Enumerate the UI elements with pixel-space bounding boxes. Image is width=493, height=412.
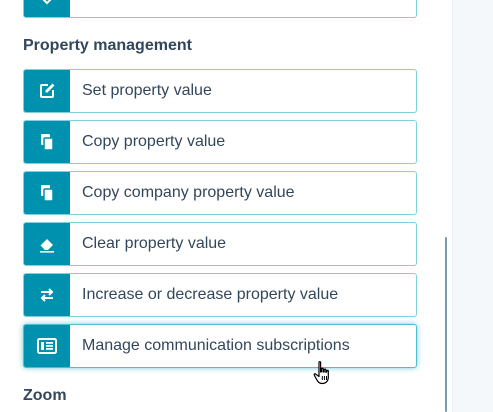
action-copy-property-value[interactable]: Copy property value bbox=[23, 120, 417, 164]
action-clear-property-value[interactable]: Clear property value bbox=[23, 222, 417, 266]
action-label: Copy company property value bbox=[82, 184, 295, 201]
action-increase-decrease-property-value[interactable]: Increase or decrease property value bbox=[23, 273, 417, 317]
action-label: Set property value bbox=[82, 82, 212, 99]
section-title-property-management: Property management bbox=[23, 37, 192, 54]
swap-arrows-icon bbox=[24, 274, 70, 316]
section-title-zoom: Zoom bbox=[23, 387, 67, 404]
action-label: Manage communication subscriptions bbox=[82, 337, 350, 354]
subscriptions-icon bbox=[24, 325, 70, 367]
copy-icon bbox=[24, 121, 70, 163]
action-label: Copy property value bbox=[82, 133, 226, 150]
edit-icon bbox=[24, 70, 70, 112]
ads-icon bbox=[24, 0, 70, 17]
action-set-property-value[interactable]: Set property value bbox=[23, 69, 417, 113]
action-manage-communication-subscriptions[interactable]: Manage communication subscriptions bbox=[23, 324, 417, 368]
action-copy-company-property-value[interactable]: Copy company property value bbox=[23, 171, 417, 215]
hand-cursor-icon bbox=[312, 360, 334, 391]
action-label: Clear property value bbox=[82, 235, 227, 252]
right-side-canvas bbox=[452, 0, 493, 412]
action-label: Increase or decrease property value bbox=[82, 286, 339, 303]
scrollbar[interactable] bbox=[445, 237, 447, 412]
copy-icon bbox=[24, 172, 70, 214]
action-label: Remove from ads audience bbox=[70, 0, 278, 17]
action-picker-panel: Remove from ads audience Property manage… bbox=[0, 0, 452, 412]
action-remove-from-ads-audience[interactable]: Remove from ads audience bbox=[23, 0, 417, 18]
eraser-icon bbox=[24, 223, 70, 265]
